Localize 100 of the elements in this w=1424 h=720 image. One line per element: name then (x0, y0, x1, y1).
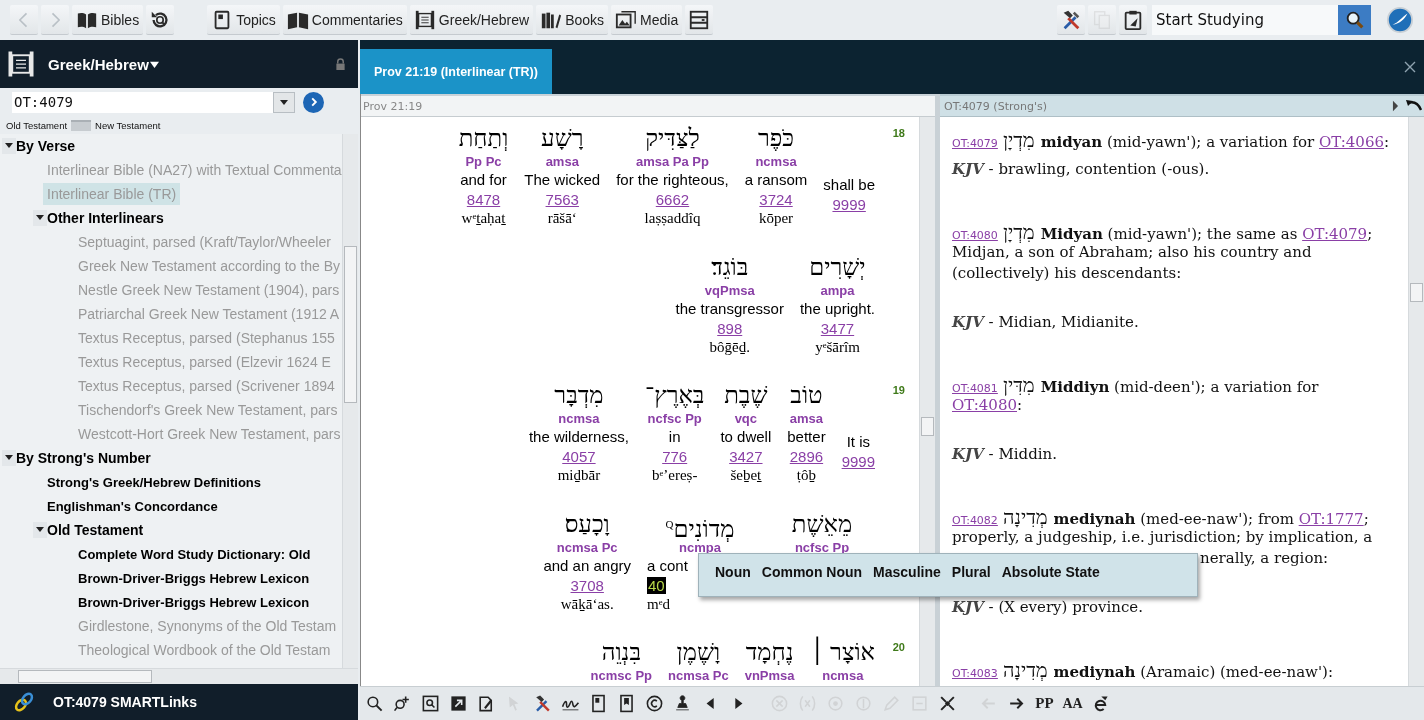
strongs-link[interactable]: OT:4079 (952, 137, 998, 150)
definition-text: nerally, a region: (1200, 549, 1329, 567)
library-button[interactable]: Commentaries (282, 5, 407, 35)
caret-icon (149, 59, 159, 69)
tree-item[interactable]: Brown-Driver-Briggs Hebrew Lexicon (78, 592, 310, 612)
strongs-link[interactable]: OT:4080 (952, 229, 998, 242)
tree-item[interactable]: Strong's Greek/Hebrew Definitions (47, 472, 262, 492)
tree-item[interactable]: By Strong's Number (16, 448, 151, 468)
hebrew-word: לַצַּדִּיק (645, 124, 700, 153)
strongs-link[interactable]: 7563 (545, 191, 579, 208)
reference-field[interactable]: OT:4079 (12, 91, 273, 113)
lock-icon[interactable] (335, 57, 346, 71)
verse-number: 20 (891, 641, 905, 653)
definition-text: : (1017, 396, 1023, 414)
strongs-link[interactable]: 3427 (729, 448, 763, 465)
tab[interactable]: Prov 21:19 (Interlinear (TR)) (360, 49, 552, 94)
library-button[interactable]: Books (536, 5, 609, 35)
testament-switch[interactable] (71, 119, 92, 131)
english-gloss: the wilderness, (528, 427, 629, 447)
library-button[interactable]: Greek/Hebrew (409, 5, 534, 35)
pane-title: Prov 21:19 (363, 99, 423, 113)
strongs-link[interactable]: 898 (717, 319, 743, 337)
library-button[interactable]: Media (611, 5, 683, 35)
english-gloss: It is (846, 432, 870, 452)
expand-arrow-icon[interactable] (1391, 100, 1400, 112)
scrollbar[interactable] (342, 134, 358, 668)
tree-item[interactable]: Brown-Driver-Briggs Hebrew Lexicon (78, 568, 310, 588)
strongs-link[interactable]: 9999 (832, 196, 866, 213)
go-button[interactable] (303, 91, 324, 113)
transliteration: laṣṣaddîq (644, 210, 701, 228)
strongs-link[interactable]: 3477 (820, 319, 855, 337)
strongs-link[interactable]: OT:4082 (952, 514, 998, 527)
definition-text: (mid-deen'); a variation for (1113, 378, 1319, 396)
grammar-term: Noun (715, 564, 751, 580)
library-button[interactable]: Topics (207, 5, 280, 35)
hebrew-word: בְּאֶרֶץ־ (644, 381, 705, 410)
headword: mediynah (1053, 663, 1136, 681)
tree-item[interactable]: Other Interlinears (47, 208, 164, 228)
tree-item[interactable]: Old Testament (47, 520, 144, 540)
tool-button[interactable] (1057, 5, 1085, 35)
strongs-link[interactable]: 3724 (759, 191, 793, 208)
strongs-link[interactable]: OT:4079 (1302, 225, 1368, 243)
caret-icon (279, 97, 289, 107)
logo-icon[interactable] (1386, 6, 1414, 34)
strongs-link[interactable]: 3708 (570, 576, 604, 594)
english-gloss: and an angry (543, 555, 631, 576)
expand-toggle[interactable] (2, 450, 16, 466)
strongs-link[interactable]: 6662 (655, 191, 690, 208)
scrollbar[interactable] (1408, 117, 1424, 686)
english-gloss: for the righteous, (616, 170, 729, 190)
strongs-link[interactable]: 9999 (841, 453, 875, 470)
parsing-code: ncmsc Pp (590, 667, 652, 684)
dropdown-button[interactable] (273, 91, 295, 113)
tool-button[interactable] (1119, 5, 1147, 35)
search-icon (365, 694, 384, 713)
strongs-link[interactable]: OT:4083 (952, 667, 998, 680)
strongs-link[interactable]: 2896 (789, 448, 824, 465)
hebrew-word: מִדְיָן (1002, 221, 1035, 243)
expand-toggle[interactable] (33, 210, 47, 226)
strongs-link[interactable]: 4057 (562, 448, 596, 465)
kjv-translations: KJV - Middin. (952, 444, 1058, 465)
panel-title-dropdown[interactable]: Greek/Hebrew (44, 55, 159, 73)
parsing-code: amsa Pa Pp (635, 153, 709, 170)
search-field[interactable]: Start Studying (1152, 5, 1338, 35)
pictures-icon (615, 8, 638, 31)
toolbar-button[interactable]: PP (1032, 690, 1057, 717)
strongs-link[interactable]: OT:4080 (952, 396, 1017, 414)
strongs-link[interactable]: OT:1777 (1298, 510, 1364, 528)
chevron-left-icon (19, 11, 29, 28)
curved-arrow-icon[interactable] (1406, 100, 1422, 112)
transliteration: bᵉʼereṣ- (651, 467, 698, 485)
clipboard-icon (1122, 8, 1144, 31)
english-gloss: a cont (647, 555, 688, 576)
library-button[interactable]: Bibles (72, 5, 144, 35)
strongs-link[interactable]: 8478 (466, 191, 501, 208)
layout-button[interactable] (685, 5, 714, 35)
definition-text: (mid-yawn'); the same as (1106, 225, 1299, 243)
tree-item[interactable]: By Verse (16, 136, 76, 156)
tree-item[interactable]: Englishman's Concordance (47, 496, 218, 516)
tree-item[interactable]: Complete Word Study Dictionary: Old (78, 544, 311, 564)
strongs-link[interactable]: OT:4081 (952, 382, 998, 395)
strongs-link[interactable]: 776 (662, 448, 688, 465)
strongs-link[interactable]: 40 (647, 576, 666, 594)
hebrew-word: טוֹב (790, 381, 823, 410)
parsing-code: amsa (789, 410, 824, 427)
zoom-in-icon (393, 694, 412, 713)
search-button[interactable] (1338, 5, 1371, 35)
transliteration: mᵉd (647, 595, 670, 614)
hebrew-word: נֶחְמָד (745, 638, 794, 667)
close-icon[interactable] (1404, 61, 1416, 73)
scrollbar[interactable] (0, 668, 358, 684)
history-button[interactable] (146, 5, 175, 35)
expand-toggle[interactable] (2, 138, 16, 154)
copyright-icon (645, 694, 664, 713)
transliteration: bôḡēḏ. (709, 338, 750, 357)
expand-toggle[interactable] (33, 522, 47, 538)
kjv-translations: KJV - (X every) province. (952, 597, 1144, 618)
transliteration: yᵉšārîm (815, 338, 860, 357)
strongs-link[interactable]: OT:4066 (1319, 133, 1384, 151)
toolbar-button[interactable]: AA (1060, 690, 1085, 717)
